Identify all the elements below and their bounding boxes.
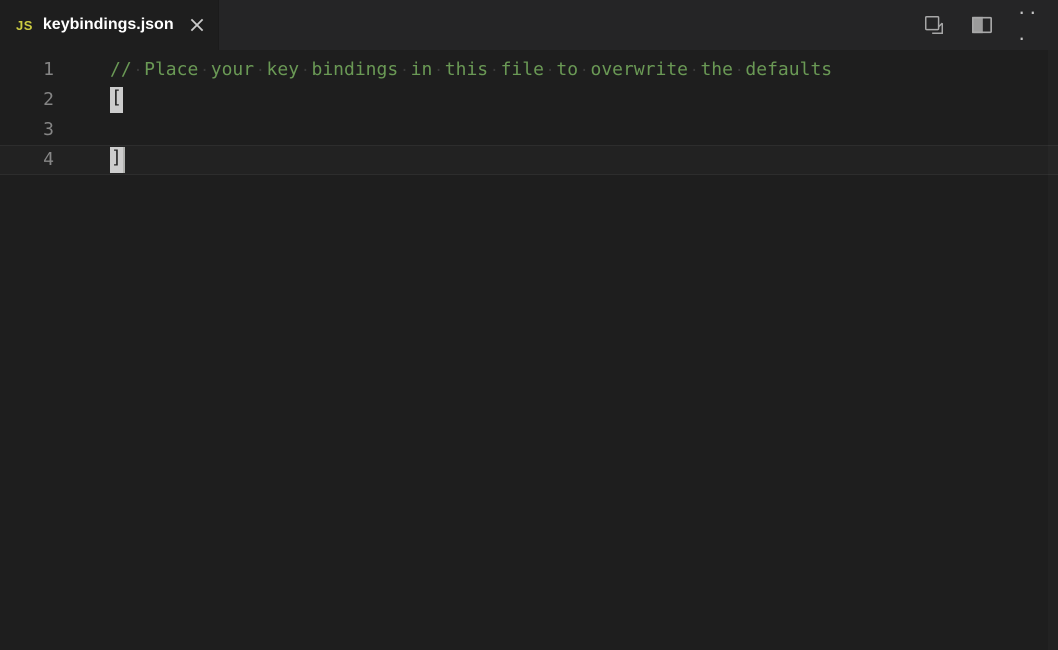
bracket-open: [	[110, 87, 123, 113]
comment-text: //·Place·your·key·bindings·in·this·file·…	[110, 55, 832, 86]
whitespace-dot: ·	[733, 63, 745, 79]
bracket-close: ]	[110, 147, 123, 173]
split-editor-icon[interactable]	[970, 13, 994, 37]
whitespace-dot: ·	[578, 63, 590, 79]
open-changes-icon[interactable]	[922, 13, 946, 37]
code-editor[interactable]: 1 2 3 4 //·Place·your·key·bindings·in·th…	[0, 50, 1058, 650]
editor-tab[interactable]: JS keybindings.json	[0, 0, 219, 50]
whitespace-dot: ·	[544, 63, 556, 79]
code-area[interactable]: //·Place·your·key·bindings·in·this·file·…	[82, 50, 1058, 650]
more-actions-icon[interactable]: · · ·	[1018, 13, 1042, 37]
close-icon[interactable]	[188, 16, 206, 34]
code-line[interactable]: ]	[82, 145, 1058, 175]
whitespace-dot: ·	[688, 63, 700, 79]
whitespace-dot: ·	[254, 63, 266, 79]
whitespace-dot: ·	[488, 63, 500, 79]
code-line[interactable]	[82, 115, 1058, 145]
line-number-gutter: 1 2 3 4	[0, 50, 82, 650]
line-number: 4	[0, 145, 82, 175]
whitespace-dot: ·	[299, 63, 311, 79]
code-line[interactable]: [	[82, 85, 1058, 115]
editor-tab-bar: JS keybindings.json · · ·	[0, 0, 1058, 50]
whitespace-dot: ·	[432, 63, 444, 79]
text-cursor	[123, 147, 125, 173]
overview-ruler[interactable]	[1048, 50, 1058, 650]
whitespace-dot: ·	[132, 63, 144, 79]
whitespace-dot: ·	[198, 63, 210, 79]
tab-title: keybindings.json	[43, 16, 174, 34]
line-number: 1	[0, 55, 82, 85]
line-number: 2	[0, 85, 82, 115]
js-file-icon: JS	[16, 18, 33, 33]
line-number: 3	[0, 115, 82, 145]
editor-title-actions: · · ·	[922, 13, 1058, 37]
whitespace-dot: ·	[398, 63, 410, 79]
code-line[interactable]: //·Place·your·key·bindings·in·this·file·…	[82, 55, 1058, 85]
